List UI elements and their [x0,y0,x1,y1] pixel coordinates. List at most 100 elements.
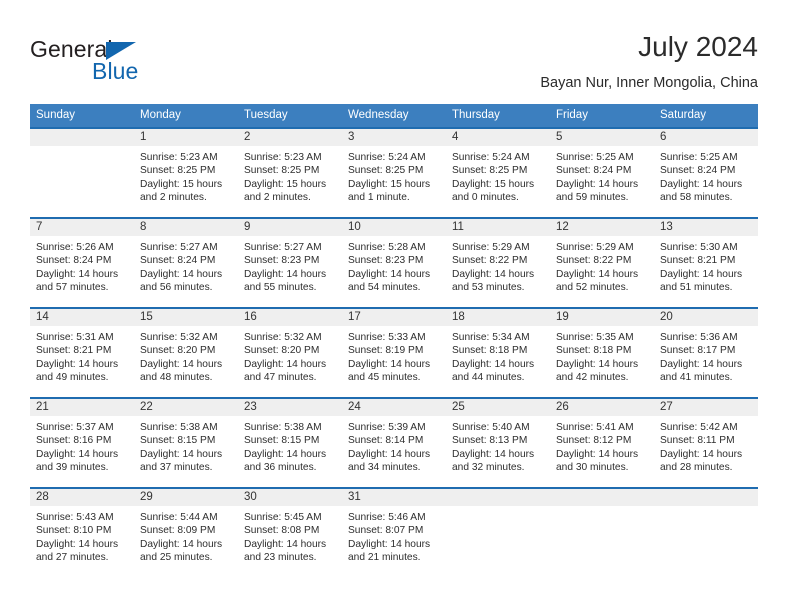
day-number: 15 [134,309,238,326]
sunset-text: Sunset: 8:25 PM [452,165,528,177]
weekday-header-friday: Friday [550,104,654,128]
day-cell: 7 Sunrise: 5:26 AM Sunset: 8:24 PM Dayli… [30,218,134,308]
sunrise-text: Sunrise: 5:43 AM [36,512,114,523]
day-details: Sunrise: 5:46 AM Sunset: 8:07 PM Dayligh… [342,506,446,565]
day-details [446,506,550,511]
day-cell: 28 Sunrise: 5:43 AM Sunset: 8:10 PM Dayl… [30,488,134,577]
daylight-text-line1: Daylight: 14 hours [660,178,743,190]
daylight-text-line1: Daylight: 14 hours [36,448,119,460]
day-details: Sunrise: 5:40 AM Sunset: 8:13 PM Dayligh… [446,416,550,475]
day-cell-9[interactable]: 9 Sunrise: 5:27 AM Sunset: 8:23 PM Dayli… [238,219,342,307]
day-cell-10[interactable]: 10 Sunrise: 5:28 AM Sunset: 8:23 PM Dayl… [342,219,446,307]
day-details [654,506,758,511]
daylight-text-line2: and 34 minutes. [348,462,421,474]
day-cell-5[interactable]: 5 Sunrise: 5:25 AM Sunset: 8:24 PM Dayli… [550,129,654,217]
daylight-text-line1: Daylight: 14 hours [348,268,431,280]
sunrise-text: Sunrise: 5:34 AM [452,332,530,343]
day-cell-15[interactable]: 15 Sunrise: 5:32 AM Sunset: 8:20 PM Dayl… [134,309,238,397]
day-cell-24[interactable]: 24 Sunrise: 5:39 AM Sunset: 8:14 PM Dayl… [342,399,446,487]
day-cell-12[interactable]: 12 Sunrise: 5:29 AM Sunset: 8:22 PM Dayl… [550,219,654,307]
day-cell: 30 Sunrise: 5:45 AM Sunset: 8:08 PM Dayl… [238,488,342,577]
day-number [550,489,654,506]
day-cell-13[interactable]: 13 Sunrise: 5:30 AM Sunset: 8:21 PM Dayl… [654,219,758,307]
day-cell-3[interactable]: 3 Sunrise: 5:24 AM Sunset: 8:25 PM Dayli… [342,129,446,217]
day-number: 23 [238,399,342,416]
day-cell [446,488,550,577]
day-cell-16[interactable]: 16 Sunrise: 5:32 AM Sunset: 8:20 PM Dayl… [238,309,342,397]
day-cell: 22 Sunrise: 5:38 AM Sunset: 8:15 PM Dayl… [134,398,238,488]
day-cell-18[interactable]: 18 Sunrise: 5:34 AM Sunset: 8:18 PM Dayl… [446,309,550,397]
daylight-text-line2: and 44 minutes. [452,372,525,384]
day-cell-6[interactable]: 6 Sunrise: 5:25 AM Sunset: 8:24 PM Dayli… [654,129,758,217]
daylight-text-line2: and 42 minutes. [556,372,629,384]
logo-text-blue: Blue [92,58,139,84]
day-cell-4[interactable]: 4 Sunrise: 5:24 AM Sunset: 8:25 PM Dayli… [446,129,550,217]
day-details: Sunrise: 5:29 AM Sunset: 8:22 PM Dayligh… [550,236,654,295]
day-details: Sunrise: 5:23 AM Sunset: 8:25 PM Dayligh… [134,146,238,205]
daylight-text-line1: Daylight: 14 hours [556,178,639,190]
day-cell-20[interactable]: 20 Sunrise: 5:36 AM Sunset: 8:17 PM Dayl… [654,309,758,397]
day-cell [30,128,134,218]
sunrise-text: Sunrise: 5:44 AM [140,512,218,523]
day-number: 29 [134,489,238,506]
daylight-text-line2: and 1 minute. [348,192,410,204]
day-details: Sunrise: 5:36 AM Sunset: 8:17 PM Dayligh… [654,326,758,385]
daylight-text-line1: Daylight: 14 hours [36,358,119,370]
day-cell-29[interactable]: 29 Sunrise: 5:44 AM Sunset: 8:09 PM Dayl… [134,489,238,577]
daylight-text-line1: Daylight: 14 hours [140,538,223,550]
daylight-text-line2: and 36 minutes. [244,462,317,474]
sunrise-text: Sunrise: 5:28 AM [348,242,426,253]
day-details [30,146,134,151]
daylight-text-line1: Daylight: 14 hours [244,358,327,370]
day-cell-2[interactable]: 2 Sunrise: 5:23 AM Sunset: 8:25 PM Dayli… [238,129,342,217]
day-cell-1[interactable]: 1 Sunrise: 5:23 AM Sunset: 8:25 PM Dayli… [134,129,238,217]
day-details: Sunrise: 5:34 AM Sunset: 8:18 PM Dayligh… [446,326,550,385]
day-cell-19[interactable]: 19 Sunrise: 5:35 AM Sunset: 8:18 PM Dayl… [550,309,654,397]
day-details: Sunrise: 5:45 AM Sunset: 8:08 PM Dayligh… [238,506,342,565]
sunset-text: Sunset: 8:24 PM [36,255,112,267]
weekday-header-thursday: Thursday [446,104,550,128]
day-number: 10 [342,219,446,236]
day-number: 19 [550,309,654,326]
daylight-text-line2: and 2 minutes. [244,192,311,204]
daylight-text-line1: Daylight: 14 hours [556,268,639,280]
day-cell-25[interactable]: 25 Sunrise: 5:40 AM Sunset: 8:13 PM Dayl… [446,399,550,487]
day-number: 5 [550,129,654,146]
daylight-text-line2: and 58 minutes. [660,192,733,204]
day-cell-22[interactable]: 22 Sunrise: 5:38 AM Sunset: 8:15 PM Dayl… [134,399,238,487]
daylight-text-line2: and 2 minutes. [140,192,207,204]
daylight-text-line1: Daylight: 14 hours [452,268,535,280]
day-number: 8 [134,219,238,236]
daylight-text-line2: and 30 minutes. [556,462,629,474]
day-cell-17[interactable]: 17 Sunrise: 5:33 AM Sunset: 8:19 PM Dayl… [342,309,446,397]
day-cell-30[interactable]: 30 Sunrise: 5:45 AM Sunset: 8:08 PM Dayl… [238,489,342,577]
day-cell-27[interactable]: 27 Sunrise: 5:42 AM Sunset: 8:11 PM Dayl… [654,399,758,487]
day-cell-31[interactable]: 31 Sunrise: 5:46 AM Sunset: 8:07 PM Dayl… [342,489,446,577]
sunrise-text: Sunrise: 5:27 AM [140,242,218,253]
day-cell-11[interactable]: 11 Sunrise: 5:29 AM Sunset: 8:22 PM Dayl… [446,219,550,307]
day-cell-23[interactable]: 23 Sunrise: 5:38 AM Sunset: 8:15 PM Dayl… [238,399,342,487]
day-cell: 21 Sunrise: 5:37 AM Sunset: 8:16 PM Dayl… [30,398,134,488]
day-details [550,506,654,511]
sunrise-text: Sunrise: 5:36 AM [660,332,738,343]
daylight-text-line1: Daylight: 14 hours [244,268,327,280]
day-cell-8[interactable]: 8 Sunrise: 5:27 AM Sunset: 8:24 PM Dayli… [134,219,238,307]
day-cell: 17 Sunrise: 5:33 AM Sunset: 8:19 PM Dayl… [342,308,446,398]
day-cell-28[interactable]: 28 Sunrise: 5:43 AM Sunset: 8:10 PM Dayl… [30,489,134,577]
day-cell: 10 Sunrise: 5:28 AM Sunset: 8:23 PM Dayl… [342,218,446,308]
day-cell-7[interactable]: 7 Sunrise: 5:26 AM Sunset: 8:24 PM Dayli… [30,219,134,307]
day-cell: 14 Sunrise: 5:31 AM Sunset: 8:21 PM Dayl… [30,308,134,398]
day-cell-14[interactable]: 14 Sunrise: 5:31 AM Sunset: 8:21 PM Dayl… [30,309,134,397]
daylight-text-line1: Daylight: 14 hours [660,448,743,460]
general-blue-logo[interactable]: General Blue [30,36,230,94]
day-cell: 13 Sunrise: 5:30 AM Sunset: 8:21 PM Dayl… [654,218,758,308]
sunset-text: Sunset: 8:11 PM [660,435,735,447]
daylight-text-line2: and 45 minutes. [348,372,421,384]
sunset-text: Sunset: 8:07 PM [348,525,424,537]
day-details: Sunrise: 5:43 AM Sunset: 8:10 PM Dayligh… [30,506,134,565]
day-details: Sunrise: 5:32 AM Sunset: 8:20 PM Dayligh… [134,326,238,385]
day-cell-21[interactable]: 21 Sunrise: 5:37 AM Sunset: 8:16 PM Dayl… [30,399,134,487]
daylight-text-line2: and 49 minutes. [36,372,109,384]
day-cell-26[interactable]: 26 Sunrise: 5:41 AM Sunset: 8:12 PM Dayl… [550,399,654,487]
sunrise-text: Sunrise: 5:33 AM [348,332,426,343]
